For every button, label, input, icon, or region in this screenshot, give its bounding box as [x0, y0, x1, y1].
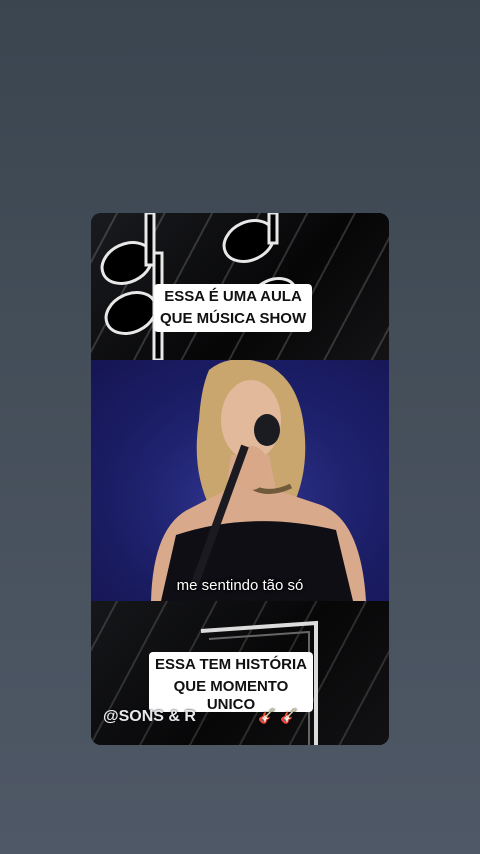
caption-top-line2: QUE MÚSICA SHOW [160, 310, 307, 327]
caption-top-line1: ESSA É UMA AULA [164, 288, 302, 305]
channel-watermark: @SONS & R 🎸 🎸 [103, 708, 298, 726]
caption-bottom-line2: QUE MOMENTO [173, 678, 289, 695]
reel-card[interactable]: me sentindo tão só ESSA É UMA AULA QUE M… [91, 213, 389, 745]
guitar-icon: 🎸 [280, 708, 298, 724]
caption-bottom-line1: ESSA TEM HISTÓRIA [155, 656, 307, 673]
caption-bottom: ESSA TEM HISTÓRIA QUE MOMENTO ÚNICO [149, 652, 313, 712]
video-subtitle: me sentindo tão só [176, 577, 304, 594]
watermark-text: @SONS & R [103, 708, 196, 725]
guitar-icon: 🎸 [258, 708, 276, 724]
singer-image [91, 360, 389, 601]
video-frame[interactable]: me sentindo tão só [91, 360, 389, 601]
caption-top: ESSA É UMA AULA QUE MÚSICA SHOW [154, 284, 313, 332]
